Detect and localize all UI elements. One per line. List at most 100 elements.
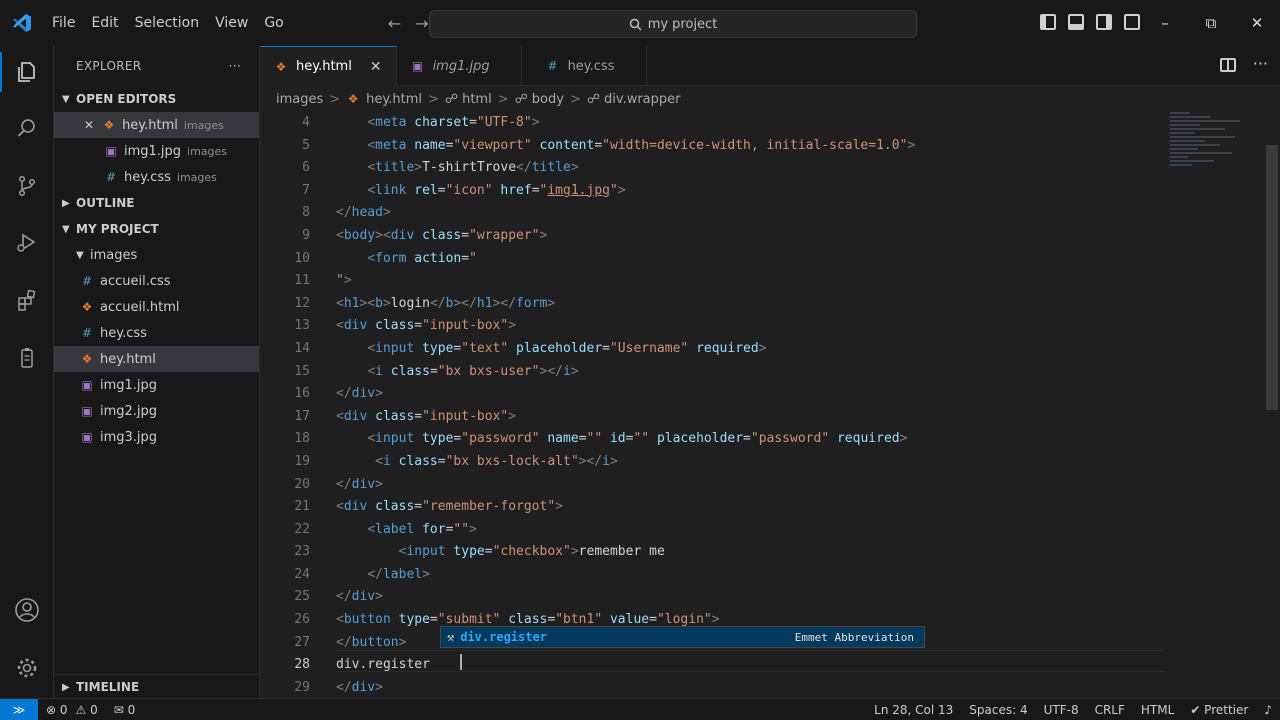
breadcrumb-item[interactable]: hey.html (366, 92, 422, 107)
manage-gear-icon[interactable] (11, 652, 43, 684)
outline-section[interactable]: ▶ OUTLINE (54, 190, 259, 216)
breadcrumb-separator: > (329, 91, 341, 107)
chevron-right-icon: ▶ (62, 197, 70, 209)
testing-icon[interactable] (11, 342, 43, 374)
breadcrumb-item[interactable]: body (532, 92, 564, 107)
toggle-primary-sidebar-icon[interactable] (1040, 14, 1056, 30)
breadcrumb-separator: > (569, 91, 581, 107)
file-name: img2.jpg (100, 403, 158, 419)
split-editor-icon[interactable] (1220, 58, 1236, 72)
code-line: <input type="password" name="" id="" pla… (367, 431, 908, 447)
prettier-status[interactable]: ✔ Prettier (1182, 703, 1256, 717)
breadcrumb-item[interactable]: div.wrapper (604, 92, 680, 107)
file-item[interactable]: # hey.css (54, 320, 259, 346)
open-editor-item[interactable]: # hey.css images (54, 164, 259, 190)
menu-go[interactable]: Go (256, 0, 291, 46)
language-mode[interactable]: HTML (1133, 703, 1182, 717)
code-line: <input type="checkbox">remember me (398, 544, 665, 560)
tab-hey-css[interactable]: # hey.css (522, 46, 647, 86)
maximize-button[interactable]: ⧉ (1188, 0, 1234, 46)
command-center-search[interactable]: my project (429, 10, 917, 38)
open-editors-label: OPEN EDITORS (76, 92, 177, 106)
line-number: 25 (294, 589, 310, 605)
html-file-icon: ❖ (103, 118, 115, 132)
encoding[interactable]: UTF-8 (1036, 703, 1087, 717)
code-line: <i class="bx bxs-lock-alt"></i> (375, 453, 618, 469)
close-window-button[interactable]: ✕ (1234, 0, 1280, 46)
minimize-button[interactable]: – (1142, 0, 1188, 46)
file-item[interactable]: ▣ img3.jpg (54, 424, 259, 450)
back-arrow-icon[interactable]: ← (388, 14, 401, 33)
indentation[interactable]: Spaces: 4 (961, 703, 1035, 717)
project-section[interactable]: ▼ MY PROJECT (54, 216, 259, 242)
folder-images[interactable]: ▼ images (54, 242, 259, 268)
file-item[interactable]: ❖ accueil.html (54, 294, 259, 320)
menu-edit[interactable]: Edit (83, 0, 126, 46)
open-editors-section[interactable]: ▼ OPEN EDITORS (54, 86, 259, 112)
problems-errors[interactable]: ⊗ 0 (38, 703, 76, 717)
cursor-position[interactable]: Ln 28, Col 13 (866, 703, 961, 717)
code-line: div.register (336, 657, 430, 673)
code-editor[interactable]: 4 5 6 7 8 9 10 11 12 13 14 15 16 17 18 19 20 21 22 23 24 25 26… (260, 112, 1268, 698)
menu-file[interactable]: File (44, 0, 83, 46)
problems-warnings[interactable]: ⚠ 0 (76, 703, 106, 717)
vscode-logo-icon (0, 0, 44, 46)
active-indicator (0, 52, 2, 92)
file-item[interactable]: # accueil.css (54, 268, 259, 294)
explorer-sidebar: EXPLORER ··· ▼ OPEN EDITORS ✕ ❖ hey.html… (54, 46, 260, 698)
code-line: <i class="bx bxs-user"></i> (367, 363, 579, 379)
search-icon[interactable] (11, 112, 43, 144)
remote-indicator-icon[interactable]: ≫ (0, 698, 38, 720)
code-line: "> (336, 273, 352, 289)
line-number: 22 (294, 521, 310, 537)
status-bar: ≫ ⊗ 0 ⚠ 0 ✉ 0 Ln 28, Col 13 Spaces: 4 UT… (0, 698, 1280, 720)
breadcrumb-item[interactable]: html (462, 92, 492, 107)
tab-hey-html[interactable]: ❖ hey.html ✕ (260, 46, 397, 86)
timeline-section[interactable]: ▶ TIMELINE (54, 674, 260, 698)
ports-indicator[interactable]: ✉ 0 (106, 703, 144, 717)
vertical-scrollbar[interactable] (1266, 145, 1278, 410)
file-item[interactable]: ❖ hey.html (54, 346, 259, 372)
toggle-secondary-sidebar-icon[interactable] (1096, 14, 1112, 30)
image-file-icon: ▣ (411, 59, 424, 73)
tab-img1-jpg[interactable]: ▣ img1.jpg (397, 46, 522, 86)
image-file-icon: ▣ (81, 378, 93, 392)
chevron-down-icon: ▼ (62, 223, 70, 235)
timeline-label: TIMELINE (76, 680, 140, 694)
code-line: <div class="input-box"> (336, 408, 517, 424)
breadcrumb-separator: > (497, 91, 509, 107)
emmet-suggestion[interactable]: ⚒ div.register Emmet Abbreviation (440, 626, 925, 648)
line-number: 28 (294, 657, 310, 673)
forward-arrow-icon[interactable]: → (415, 14, 428, 33)
source-control-icon[interactable] (11, 170, 43, 202)
menu-selection[interactable]: Selection (127, 0, 208, 46)
chevron-down-icon: ▼ (76, 249, 84, 261)
extensions-icon[interactable] (11, 284, 43, 316)
close-icon[interactable]: ✕ (370, 59, 382, 75)
customize-layout-icon[interactable] (1124, 14, 1140, 30)
file-item[interactable]: ▣ img1.jpg (54, 372, 259, 398)
html-file-icon: ❖ (81, 300, 93, 314)
file-item[interactable]: ▣ img2.jpg (54, 398, 259, 424)
code-line: <form action=" (367, 250, 477, 266)
line-number: 19 (294, 453, 310, 469)
run-debug-icon[interactable] (11, 226, 43, 258)
search-icon (629, 18, 642, 31)
more-actions-button[interactable]: ··· (229, 59, 241, 73)
minimap[interactable] (1170, 112, 1250, 182)
breadcrumb-item[interactable]: images (276, 92, 323, 107)
open-editor-item[interactable]: ✕ ❖ hey.html images (54, 112, 259, 138)
close-icon[interactable]: ✕ (84, 118, 94, 132)
suggestion-type: Emmet Abbreviation (794, 630, 914, 644)
menu-view[interactable]: View (207, 0, 256, 46)
accounts-icon[interactable] (11, 594, 43, 626)
notifications-bell-icon[interactable]: ♪ (1256, 703, 1280, 717)
more-actions-button[interactable]: ··· (1253, 54, 1268, 73)
line-number: 9 (302, 227, 310, 243)
end-of-line[interactable]: CRLF (1087, 703, 1133, 717)
toggle-panel-icon[interactable] (1068, 14, 1084, 30)
text-cursor (460, 654, 462, 670)
open-editor-name: hey.html (122, 117, 178, 133)
open-editor-item[interactable]: ▣ img1.jpg images (54, 138, 259, 164)
explorer-icon[interactable] (11, 56, 43, 88)
